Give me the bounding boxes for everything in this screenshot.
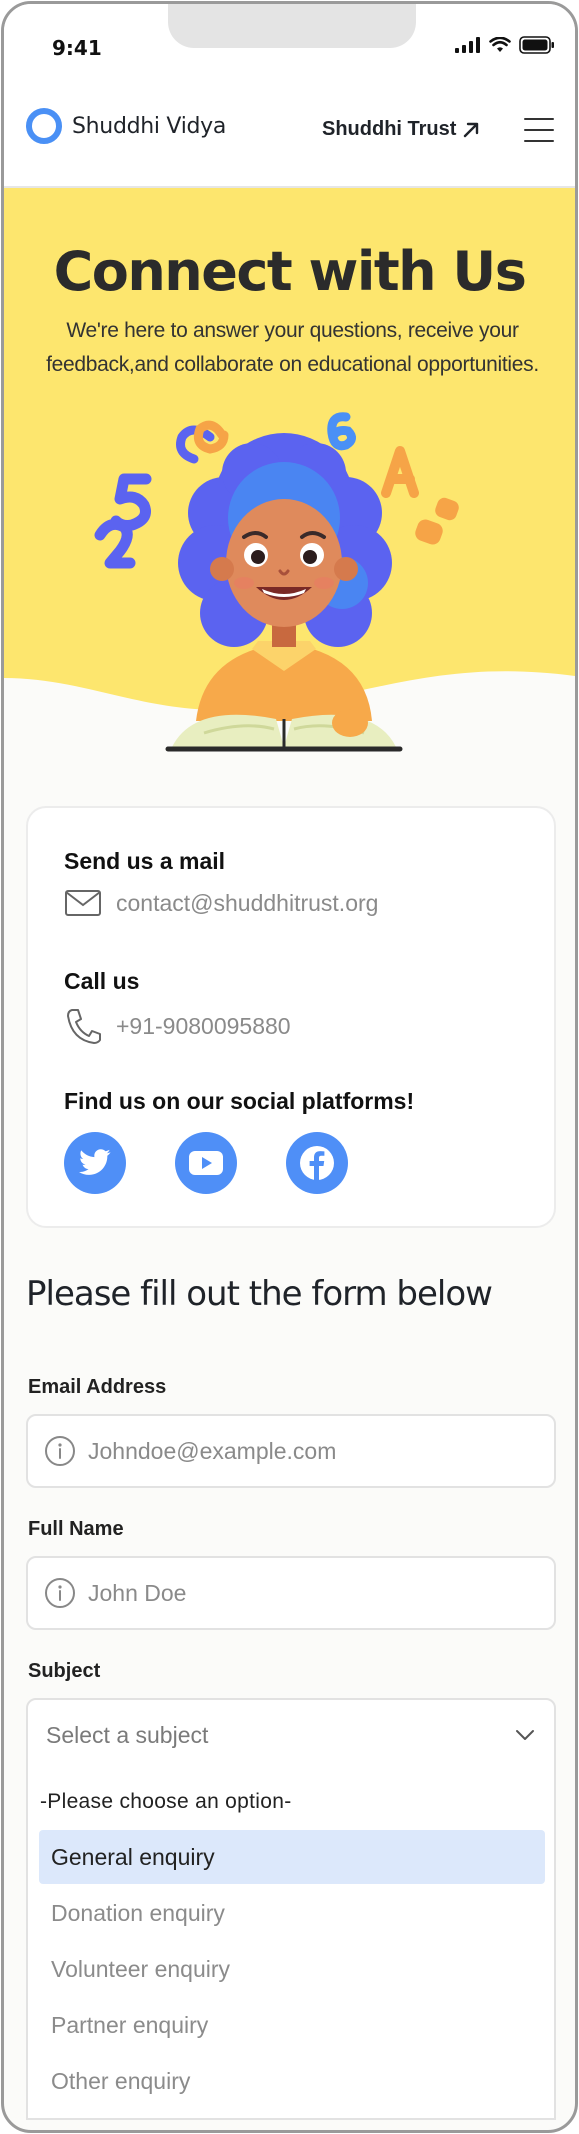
menu-icon[interactable] [524,118,554,142]
trust-link-label: Shuddhi Trust [322,118,457,140]
subject-label: Subject [28,1660,101,1682]
option-donation[interactable]: Donation enquiry [39,1886,545,1940]
email-label: Email Address [28,1376,167,1398]
email-field-wrapper[interactable] [26,1414,556,1488]
notch [168,4,416,48]
phone-icon [67,1009,101,1044]
call-heading: Call us [64,968,140,994]
site-header: Shuddhi Vidya Shuddhi Trust [4,74,575,188]
site-logo[interactable]: Shuddhi Vidya [26,108,226,144]
twitter-icon [79,1149,111,1175]
info-icon [45,1436,75,1466]
shuddhi-trust-link[interactable]: Shuddhi Trust [322,118,480,141]
full-name-field[interactable] [88,1579,528,1607]
hero-section: Connect with Us We're here to answer you… [4,188,575,763]
options-header: -Please choose an option- [40,1790,292,1813]
info-icon [45,1578,75,1608]
youtube-button[interactable] [175,1132,237,1194]
status-icons [455,36,555,54]
girl-reading-illustration [94,412,459,752]
contact-email[interactable]: contact@shuddhitrust.org [116,890,378,917]
logo-icon [26,108,62,144]
battery-icon [519,36,554,54]
email-row[interactable]: contact@shuddhitrust.org [64,888,378,918]
social-heading: Find us on our social platforms! [64,1088,415,1114]
mail-icon [65,890,101,916]
subject-select[interactable]: Select a subject [26,1698,556,1772]
form-title: Please fill out the form below [26,1274,493,1314]
facebook-icon [300,1146,334,1180]
mail-heading: Send us a mail [64,848,226,874]
subject-select-value: Select a subject [46,1721,209,1748]
option-other[interactable]: Other enquiry [39,2054,545,2108]
email-field[interactable] [88,1437,528,1465]
floating-letter-a [381,446,419,498]
phone-row[interactable]: +91-9080095880 [64,1008,291,1044]
option-partner[interactable]: Partner enquiry [39,1998,545,2052]
social-links [64,1132,348,1194]
external-arrow-icon [464,122,479,137]
floating-number-2 [94,518,136,569]
floating-letter-c [176,420,229,464]
hero-title: Connect with Us [53,240,527,303]
facebook-button[interactable] [286,1132,348,1194]
contact-card: Send us a mail contact@shuddhitrust.org … [26,806,556,1228]
phone-frame: 9:41 Shuddhi Vidya Shuddhi Trust Connect… [1,1,578,2133]
chevron-down-icon [516,1730,534,1740]
option-general[interactable]: General enquiry [39,1830,545,1884]
contact-phone[interactable]: +91-9080095880 [116,1013,291,1040]
option-volunteer[interactable]: Volunteer enquiry [39,1942,545,1996]
hero-subtitle: We're here to answer your questions, rec… [46,319,539,376]
floating-number-6 [327,412,356,451]
youtube-icon [189,1151,223,1175]
name-label: Full Name [28,1518,124,1540]
signal-icon [455,37,480,53]
floating-number-5 [110,473,152,531]
logo-text: Shuddhi Vidya [72,113,227,139]
subject-dropdown: -Please choose an option- General enquir… [26,1770,556,2120]
wifi-icon [489,37,511,52]
floating-shapes [415,497,459,545]
name-field-wrapper[interactable] [26,1556,556,1630]
twitter-button[interactable] [64,1132,126,1194]
status-time: 9:41 [52,36,102,60]
status-bar: 9:41 [4,4,575,74]
